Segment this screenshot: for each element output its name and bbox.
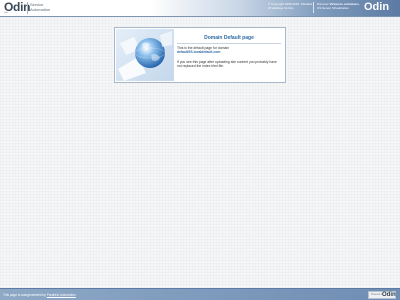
logo-divider	[27, 2, 28, 14]
footer-prefix: This page is autogenerated by	[3, 293, 46, 297]
top-header: Odin Odin Service Automation © Copyright…	[0, 0, 400, 17]
footer-bar: This page is autogenerated by Parallels …	[0, 288, 400, 300]
globe-illustration	[116, 29, 174, 81]
globe-icon	[118, 31, 172, 81]
product-name: Service Automation	[30, 2, 50, 12]
parallels-automation-link[interactable]: Parallels Automation	[47, 293, 76, 297]
discover-line-2: OS Server Virtualization	[317, 6, 349, 10]
powered-by-logo: Odin	[382, 292, 396, 298]
header-divider	[313, 2, 314, 13]
default-page-panel: Domain Default page This is the default …	[114, 27, 286, 83]
copyright-line-2: IP Holdings GmbH.	[268, 6, 294, 10]
discover-suffix: ,	[358, 2, 360, 6]
header-right-logo[interactable]: Odin	[364, 1, 389, 13]
domain-name: defaultSS.localdefault.com	[177, 50, 221, 54]
discover-promo[interactable]: Discover Virtuozzo containers, OS Server…	[317, 2, 360, 10]
upload-hint: If you see this page after uploading sit…	[177, 60, 277, 68]
powered-by-badge[interactable]: Powered by Odin	[368, 291, 396, 299]
product-line-2: Automation	[30, 7, 51, 12]
footer-text: This page is autogenerated by Parallels …	[3, 293, 76, 297]
logo-subtitle: Odin	[4, 12, 9, 14]
copyright-notice: © Copyright 1999-2015, Parallels IP Hold…	[268, 2, 312, 10]
panel-title: Domain Default page	[204, 35, 254, 41]
title-divider	[177, 43, 281, 44]
